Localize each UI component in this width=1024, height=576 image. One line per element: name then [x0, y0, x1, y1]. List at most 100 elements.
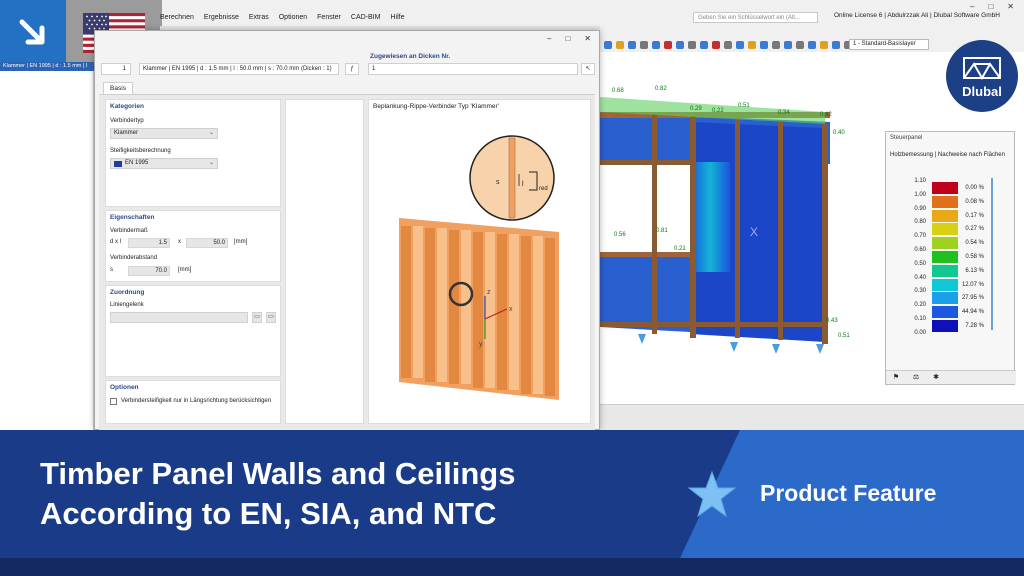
legend-slider[interactable]: [991, 178, 993, 330]
legend-row: 0.00: [886, 327, 1016, 340]
panel-eigenschaften: Eigenschaften Verbindermaß d x l 1.5 x 5…: [105, 210, 281, 282]
navigator-selected-row[interactable]: Klammer | EN 1995 | d : 1.5 mm | l: [0, 62, 94, 71]
edit-name-icon[interactable]: ƒ: [345, 63, 359, 75]
banner-headline: Timber Panel Walls and Ceilings Accordin…: [40, 454, 515, 534]
laengsrichtung-label: Verbindersteifigkeit nur in Längsrichtun…: [121, 398, 272, 404]
menu-item-hilfe[interactable]: Hilfe: [390, 14, 404, 21]
toolbar-icon[interactable]: [676, 41, 684, 49]
toolbar-icon[interactable]: [724, 41, 732, 49]
toolbar-icon[interactable]: [604, 41, 612, 49]
navigator-pane: [0, 62, 94, 430]
minimize-icon[interactable]: –: [547, 34, 551, 43]
connector-name-field[interactable]: Klammer | EN 1995 | d : 1.5 mm | l : 50.…: [139, 63, 339, 75]
l-input[interactable]: 50.0: [186, 238, 228, 248]
toolbar-icon[interactable]: [748, 41, 756, 49]
verbindertyp-label: Verbindertyp: [110, 118, 144, 124]
toolbar-icon[interactable]: [760, 41, 768, 49]
logo-text: Dlubal: [962, 84, 1002, 99]
liniengelenk-select[interactable]: [110, 312, 248, 323]
toolbar-icon[interactable]: [628, 41, 636, 49]
product-feature-badge: Product Feature: [760, 480, 937, 506]
unit-label: [mm]: [234, 239, 248, 245]
legend-row: 0.90 0.17 %: [886, 203, 1016, 222]
toolbar-icon[interactable]: [640, 41, 648, 49]
layer-select[interactable]: 1 - Standard-Basislayer: [849, 39, 929, 50]
settings-tab-icon[interactable]: ✱: [926, 371, 946, 384]
legend-value: 0.50: [914, 260, 926, 267]
menu-item-ergebnisse[interactable]: Ergebnisse: [204, 14, 239, 21]
close-icon[interactable]: ✕: [1007, 2, 1014, 11]
s-label: s: [110, 267, 113, 273]
verbindermass-label: Verbindermaß: [110, 228, 148, 234]
back-arrow-button[interactable]: [0, 0, 66, 66]
menu-item-fenster[interactable]: Fenster: [317, 14, 341, 21]
toolbar-icon[interactable]: [820, 41, 828, 49]
bridge-logo-icon: [963, 57, 1001, 81]
toolbar-icon[interactable]: [808, 41, 816, 49]
toolbar-icon[interactable]: [652, 41, 660, 49]
headline-line-1: Timber Panel Walls and Ceilings: [40, 456, 516, 491]
connector-dialog: – □ ✕ 1 Klammer | EN 1995 | d : 1.5 mm |…: [94, 30, 600, 430]
toolbar-icon[interactable]: [664, 41, 672, 49]
toolbar-icon[interactable]: [736, 41, 744, 49]
results-tab-icon[interactable]: ⚑: [886, 371, 906, 384]
legend-row: 1.10 0.00 %: [886, 175, 1016, 194]
menu-item-optionen[interactable]: Optionen: [279, 14, 307, 21]
control-panel-subtitle: Holzbemessung | Nachweise nach Flächen: [890, 152, 1005, 158]
control-panel: Steuerpanel Holzbemessung | Nachweise na…: [885, 131, 1016, 385]
control-panel-title: Steuerpanel: [890, 135, 923, 141]
legend-value: 1.10: [914, 178, 926, 184]
toolbar-icon[interactable]: [712, 41, 720, 49]
menu-item-cad-bim[interactable]: CAD-BIM: [351, 14, 381, 21]
menu-item-berechnen[interactable]: Berechnen: [160, 14, 194, 21]
liniengelenk-label: Liniengelenk: [110, 302, 144, 308]
result-label: 0.34: [778, 110, 790, 116]
section-title-zuordnung: Zuordnung: [110, 289, 145, 296]
assigned-thickness-field[interactable]: 1: [368, 63, 578, 75]
toolbar-icon[interactable]: [772, 41, 780, 49]
unit-label: [mm]: [178, 267, 192, 273]
tab-basis[interactable]: Basis: [103, 82, 133, 94]
legend-row: 0.80 0.27 %: [886, 216, 1016, 236]
edit-hinge-icon[interactable]: ▭: [266, 312, 276, 323]
dxl-label: d x l: [110, 239, 122, 245]
legend-value: 0.70: [914, 233, 926, 240]
toolbar-icon[interactable]: [796, 41, 804, 49]
menu-item-extras[interactable]: Extras: [249, 14, 269, 21]
steifigkeit-select[interactable]: EN 1995 ⌄: [110, 158, 218, 169]
panel-blank: [285, 99, 364, 424]
preview-title: Beplankung-Rippe-Verbinder Typ 'Klammer': [373, 103, 499, 110]
legend-value: 0.60: [914, 247, 926, 253]
close-icon[interactable]: ✕: [584, 34, 591, 43]
toolbar-icon[interactable]: [688, 41, 696, 49]
legend-row: 0.50 6.13 %: [886, 258, 1016, 277]
results-table-bar: [600, 404, 1024, 430]
minimize-icon[interactable]: –: [970, 2, 974, 11]
legend-value: 1.00: [914, 191, 926, 198]
legend-row: 1.00 0.08 %: [886, 189, 1016, 208]
result-label: 0.29: [690, 106, 702, 112]
detail-label-red: red: [539, 186, 548, 192]
maximize-icon[interactable]: □: [565, 34, 570, 43]
panel-axis-label: X: [750, 225, 758, 239]
toolbar-icon[interactable]: [616, 41, 624, 49]
legend-value: 0.80: [914, 219, 926, 226]
legend-value: 0.20: [914, 302, 926, 309]
toolbar-icon[interactable]: [784, 41, 792, 49]
toolbar-icon[interactable]: [700, 41, 708, 49]
toolbar-icon[interactable]: [832, 41, 840, 49]
assign-pick-icon[interactable]: ↖: [581, 63, 595, 75]
feature-banner: Timber Panel Walls and Ceilings Accordin…: [0, 430, 1024, 576]
d-input[interactable]: 1.5: [128, 238, 170, 248]
result-label: 0.42: [820, 112, 832, 118]
laengsrichtung-checkbox[interactable]: [110, 398, 117, 405]
connector-number-field[interactable]: 1: [101, 63, 131, 75]
new-hinge-icon[interactable]: ▭: [252, 312, 262, 323]
s-input[interactable]: 70.0: [128, 266, 170, 276]
legend-value: 0.10: [914, 316, 926, 322]
verbindertyp-select[interactable]: Klammer ⌄: [110, 128, 218, 139]
maximize-icon[interactable]: □: [988, 2, 993, 11]
legend-value: 0.40: [914, 274, 926, 281]
scale-tab-icon[interactable]: ⚖: [906, 371, 926, 384]
search-input[interactable]: Geben Sie ein Schlüsselwort ein (Alt...: [693, 12, 818, 23]
